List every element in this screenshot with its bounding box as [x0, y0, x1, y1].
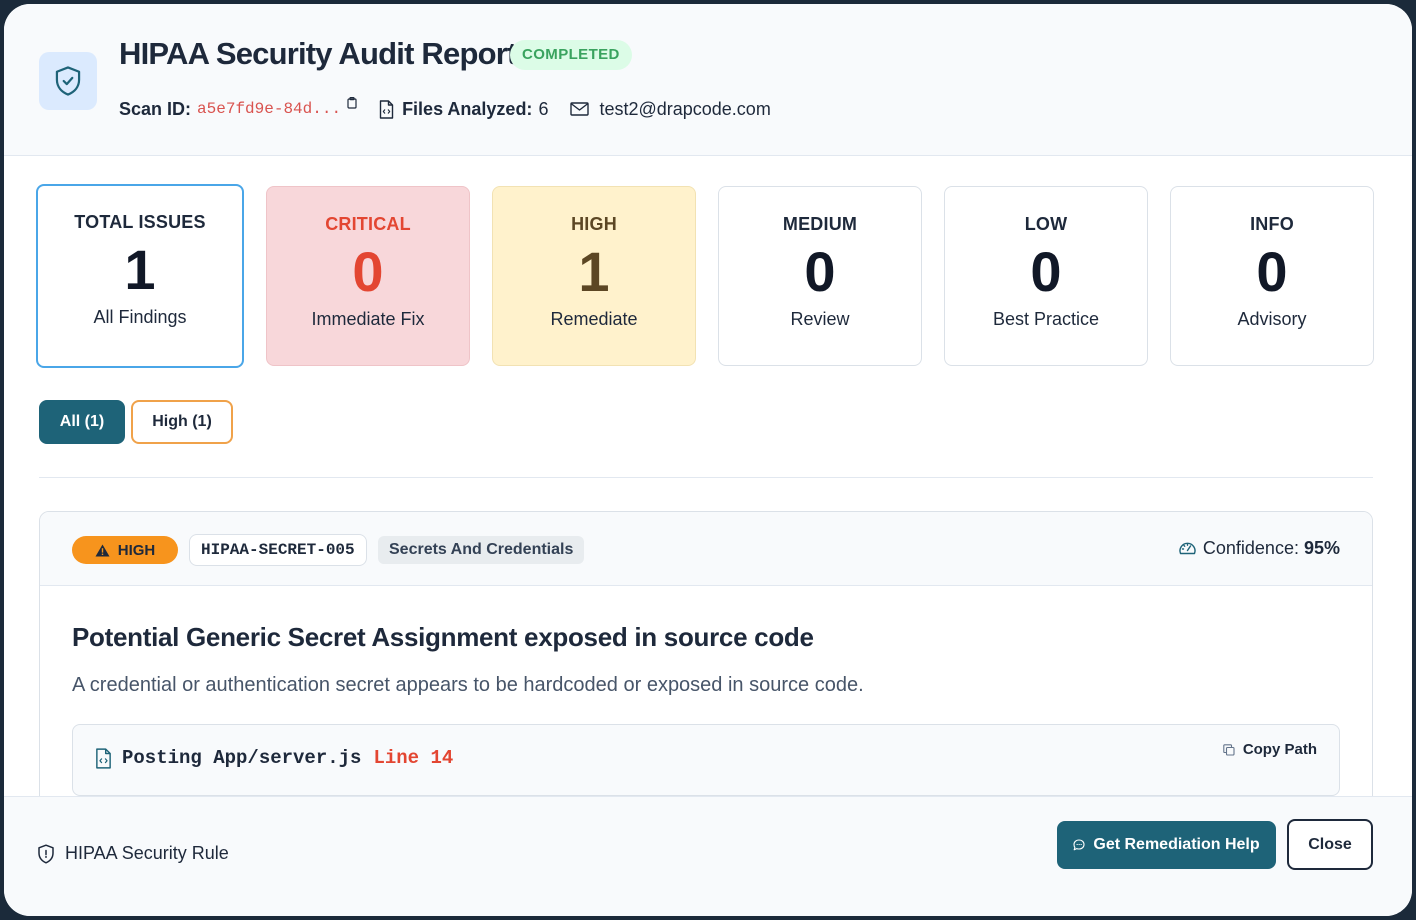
- card-medium[interactable]: MEDIUM 0 Review: [718, 186, 922, 366]
- filter-high-button[interactable]: High (1): [131, 400, 233, 444]
- file-path: Posting App/server.js Line 14: [95, 747, 453, 769]
- files-analyzed-label: Files Analyzed:: [402, 98, 533, 119]
- get-remediation-help-button[interactable]: Get Remediation Help: [1057, 821, 1276, 869]
- card-label: HIGH: [571, 214, 617, 234]
- card-label: LOW: [1024, 214, 1068, 234]
- card-count: 0: [1030, 240, 1062, 303]
- files-analyzed: Files Analyzed: 6: [379, 99, 548, 120]
- confidence-value: 95%: [1303, 538, 1340, 558]
- card-sub: Best Practice: [992, 309, 1100, 329]
- audit-report-modal: HIPAA Security Audit Report COMPLETED Sc…: [4, 4, 1412, 916]
- file-code-icon: [96, 747, 111, 769]
- card-count: 0: [352, 240, 384, 303]
- copy-icon[interactable]: [347, 97, 357, 109]
- card-count: 0: [804, 240, 836, 303]
- copy-path-button[interactable]: Copy Path: [1223, 741, 1317, 758]
- report-logo: [39, 52, 97, 110]
- gauge-icon: [1179, 542, 1196, 555]
- file-location: Posting App/server.js Line 14 Copy Path: [72, 724, 1340, 796]
- card-label: TOTAL ISSUES: [74, 212, 206, 232]
- shield-icon: [38, 843, 54, 864]
- finding-title: Potential Generic Secret Assignment expo…: [72, 622, 814, 652]
- card-count: 0: [1256, 240, 1288, 303]
- status-badge: COMPLETED: [510, 40, 632, 70]
- line-number: Line 14: [373, 747, 454, 769]
- filter-tabs: All (1) High (1): [39, 400, 233, 444]
- severity-label: HIGH: [117, 541, 156, 559]
- card-total-issues[interactable]: TOTAL ISSUES 1 All Findings: [36, 184, 244, 368]
- severity-badge: HIGH: [72, 536, 178, 564]
- category-badge: Secrets And Credentials: [378, 536, 585, 564]
- card-info[interactable]: INFO 0 Advisory: [1170, 186, 1374, 366]
- security-rule-label: HIPAA Security Rule: [65, 843, 229, 863]
- filter-all-button[interactable]: All (1): [39, 400, 125, 444]
- files-analyzed-value: 6: [538, 98, 549, 119]
- confidence-label: Confidence:: [1202, 538, 1299, 558]
- confidence: Confidence: 95%: [1178, 538, 1340, 559]
- warning-triangle-icon: [95, 544, 110, 556]
- card-sub: Remediate: [550, 309, 638, 329]
- security-rule: HIPAA Security Rule: [37, 843, 229, 864]
- card-critical[interactable]: CRITICAL 0 Immediate Fix: [266, 186, 470, 366]
- card-label: MEDIUM: [782, 214, 858, 234]
- card-sub: All Findings: [93, 307, 187, 327]
- file-code-icon: [379, 99, 394, 119]
- modal-header: HIPAA Security Audit Report COMPLETED Sc…: [4, 4, 1412, 156]
- card-label: INFO: [1250, 214, 1294, 234]
- card-high[interactable]: HIGH 1 Remediate: [492, 186, 696, 366]
- finding-card: HIGH HIPAA-SECRET-005 Secrets And Creden…: [39, 511, 1373, 831]
- scan-id: Scan ID: a5e7fd9e-84d...: [119, 97, 357, 120]
- finding-description: A credential or authentication secret ap…: [72, 674, 864, 696]
- page-title: HIPAA Security Audit Report: [119, 36, 517, 71]
- card-label: CRITICAL: [325, 214, 411, 234]
- card-count: 1: [578, 240, 610, 303]
- modal-footer: HIPAA Security Rule Get Remediation Help…: [4, 796, 1412, 916]
- user-email: test2@drapcode.com: [570, 98, 771, 120]
- card-count: 1: [124, 238, 156, 301]
- user-email-value: test2@drapcode.com: [599, 98, 771, 119]
- mail-icon: [570, 102, 590, 116]
- scan-meta: Scan ID: a5e7fd9e-84d... Files Analyzed:…: [119, 96, 771, 122]
- card-sub: Immediate Fix: [311, 309, 425, 329]
- close-button[interactable]: Close: [1287, 819, 1373, 870]
- help-button-label: Get Remediation Help: [1093, 836, 1260, 853]
- rule-id-badge: HIPAA-SECRET-005: [189, 534, 367, 566]
- copy-path-label: Copy Path: [1242, 741, 1317, 758]
- file-name: Posting App/server.js: [122, 747, 362, 769]
- scan-id-label: Scan ID:: [119, 98, 192, 119]
- card-sub: Review: [790, 309, 850, 329]
- card-low[interactable]: LOW 0 Best Practice: [944, 186, 1148, 366]
- scan-id-value: a5e7fd9e-84d...: [197, 100, 342, 118]
- chat-icon: [1073, 839, 1085, 851]
- card-sub: Advisory: [1237, 309, 1307, 329]
- finding-header: HIGH HIPAA-SECRET-005 Secrets And Creden…: [40, 512, 1372, 586]
- severity-summary: TOTAL ISSUES 1 All Findings CRITICAL 0 I…: [36, 184, 1396, 368]
- shield-check-icon: [55, 66, 81, 96]
- divider: [39, 477, 1373, 478]
- copy-icon: [1223, 743, 1235, 756]
